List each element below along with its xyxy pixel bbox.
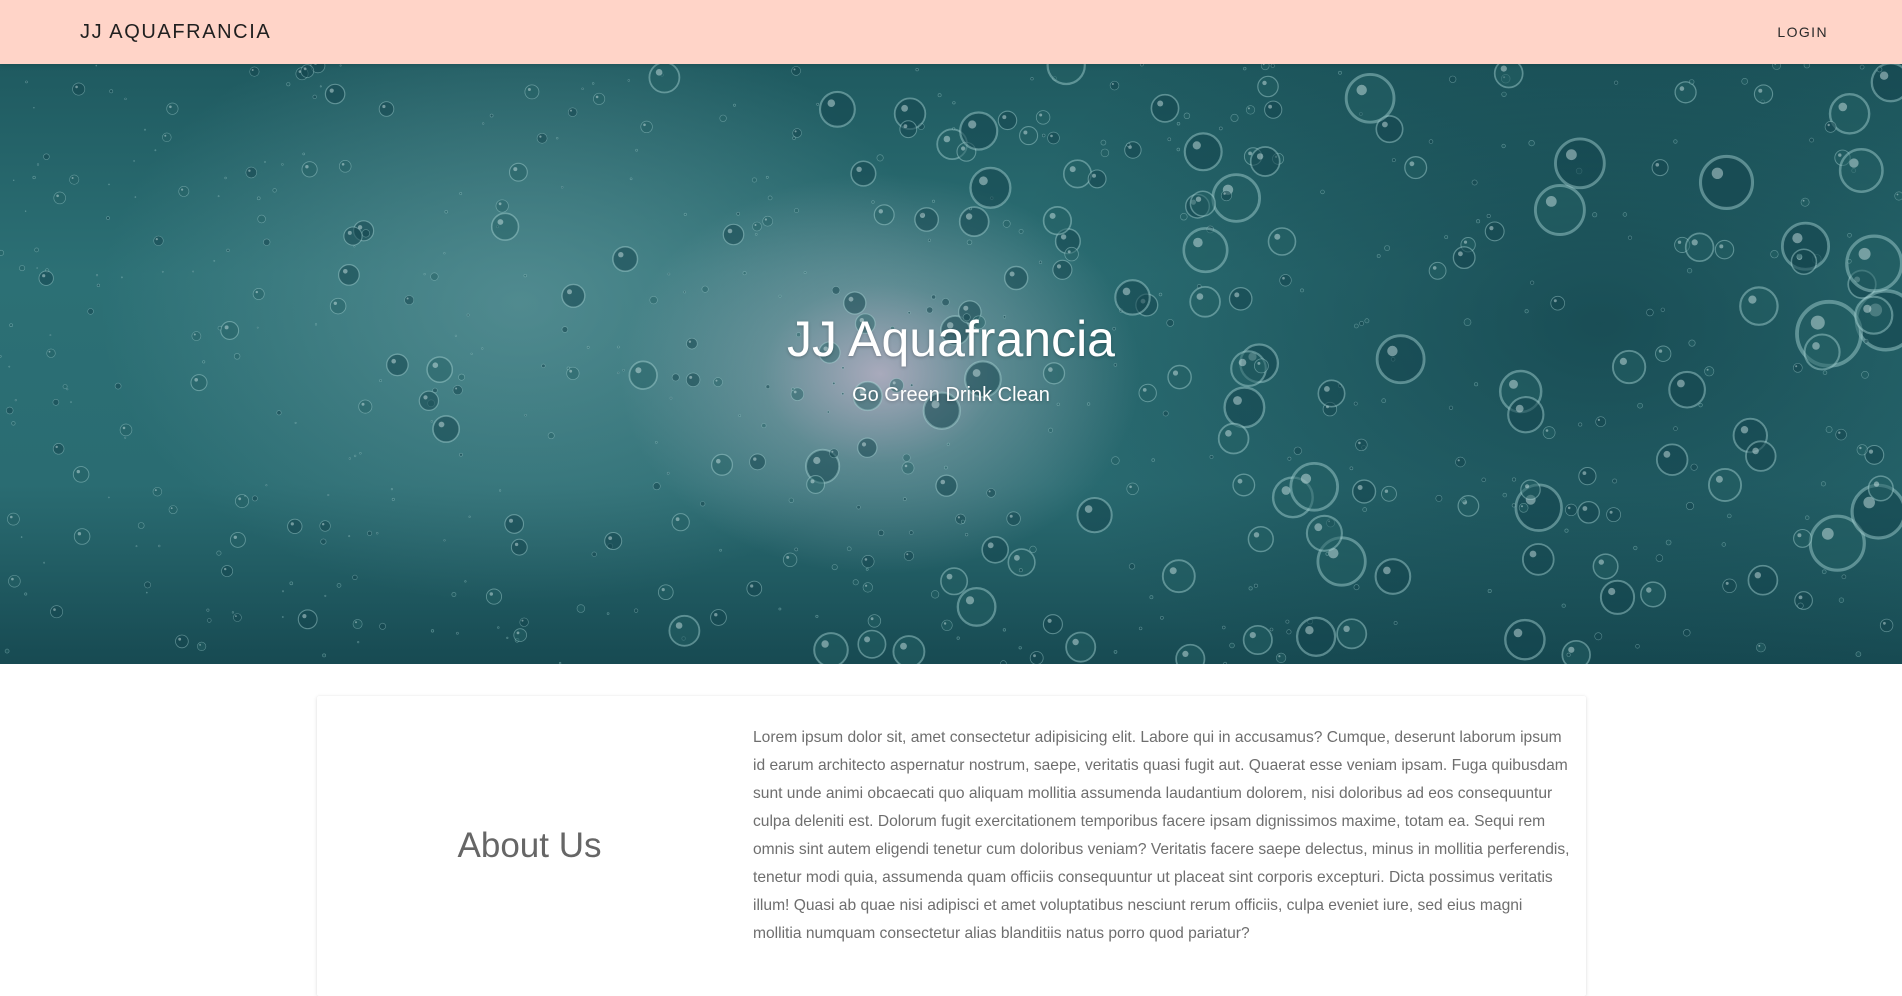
hero-subtitle: Go Green Drink Clean	[0, 384, 1902, 407]
top-navbar: JJ AQUAFRANCIA LOGIN	[0, 0, 1902, 64]
about-us-card: About Us Lorem ipsum dolor sit, amet con…	[317, 696, 1586, 996]
about-us-heading: About Us	[317, 826, 742, 866]
hero-title: JJ Aquafrancia	[0, 310, 1902, 368]
hero-banner: JJ Aquafrancia Go Green Drink Clean	[0, 64, 1902, 664]
about-us-text: Lorem ipsum dolor sit, amet consectetur …	[753, 724, 1575, 948]
login-link[interactable]: LOGIN	[1777, 0, 1828, 64]
brand-logo-link[interactable]: JJ AQUAFRANCIA	[80, 0, 271, 64]
